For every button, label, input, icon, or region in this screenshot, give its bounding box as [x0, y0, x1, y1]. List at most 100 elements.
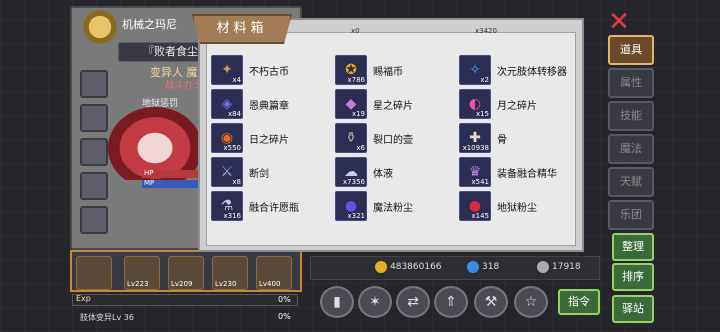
material-item[interactable]: ⚱ x6 裂口的壶: [335, 123, 455, 153]
team-bar: Lv223 Lv209 Lv230 Lv400: [70, 250, 302, 292]
item-count: x84: [227, 110, 241, 118]
material-item[interactable]: ☁ x7356 体液: [335, 157, 455, 187]
item-name: 月之碎片: [497, 101, 537, 112]
material-item[interactable]: ◆ x19 星之碎片: [335, 89, 455, 119]
material-box-modal: x0x0x3420✦x4不朽古币✪x786赐福币✧x2次元肢体转移器◈x84恩典…: [198, 18, 584, 252]
team-member-card[interactable]: Lv400: [256, 256, 292, 290]
item-name: 赐福币: [373, 67, 403, 78]
item-count: x321: [347, 212, 365, 220]
material-item[interactable]: ✚ x10938 骨: [459, 123, 579, 153]
grace-chapter-icon: ◈ x84: [211, 89, 243, 119]
item-name: 恩典篇章: [249, 101, 289, 112]
material-item[interactable]: ⚗ x316 融合许愿瓶: [211, 191, 331, 221]
item-count: x6: [356, 144, 365, 152]
material-item[interactable]: ● x321 魔法粉尘: [335, 191, 455, 221]
exp-percent: 0%: [278, 295, 291, 304]
material-item[interactable]: ♛ x541 装备融合精华: [459, 157, 579, 187]
shrine-icon[interactable]: ✶: [358, 286, 392, 318]
gem-icon: [467, 261, 479, 273]
equip-slot[interactable]: [80, 104, 108, 132]
team-member-card[interactable]: Lv230: [212, 256, 248, 290]
gem-currency: 318: [467, 261, 499, 273]
team-member-card[interactable]: [76, 256, 112, 290]
currency-bar: 483860166 318 17918: [310, 256, 600, 280]
item-name: 魔法粉尘: [373, 203, 413, 214]
blessing-coin-icon: ✪ x786: [335, 55, 367, 85]
cracked-jar-icon: ⚱ x6: [335, 123, 367, 153]
dimension-transfer-icon: ✧ x2: [459, 55, 491, 85]
mp-label: MP: [144, 179, 155, 187]
material-item[interactable]: ✪ x786 赐福币: [335, 55, 455, 85]
side-action-button[interactable]: 整理: [612, 233, 654, 261]
material-item[interactable]: ✧ x2 次元肢体转移器: [459, 55, 579, 85]
material-grid: x0x0x3420✦x4不朽古币✪x786赐福币✧x2次元肢体转移器◈x84恩典…: [206, 27, 579, 246]
mutation-level-percent: 0%: [278, 312, 291, 321]
wish-bottle-icon: ⚗ x316: [211, 191, 243, 221]
command-button[interactable]: 指令: [558, 289, 600, 315]
equip-slot[interactable]: [80, 206, 108, 234]
item-name: 日之碎片: [249, 135, 289, 146]
equip-slot[interactable]: [80, 138, 108, 166]
backpack-icon[interactable]: ▮: [320, 286, 354, 318]
silver-amount: 17918: [552, 262, 581, 272]
item-count: x2: [480, 76, 489, 84]
magic-dust-icon: ● x321: [335, 191, 367, 221]
body-fluid-icon: ☁ x7356: [335, 157, 367, 187]
item-count: x316: [223, 212, 241, 220]
equip-slot[interactable]: [80, 172, 108, 200]
upgrade-icon[interactable]: ⇑: [434, 286, 468, 318]
material-item[interactable]: ◉ x550 日之碎片: [211, 123, 331, 153]
hell-dust-icon: ● x145: [459, 191, 491, 221]
material-item[interactable]: ✦ x4 不朽古币: [211, 55, 331, 85]
material-item[interactable]: ◈ x84 恩典篇章: [211, 89, 331, 119]
material-item[interactable]: ⚔ x8 断剑: [211, 157, 331, 187]
equip-slot[interactable]: [80, 70, 108, 98]
side-tab[interactable]: 天赋: [608, 167, 654, 197]
side-action-button[interactable]: 排序: [612, 263, 654, 291]
item-name: 裂口的壶: [373, 135, 413, 146]
gold-amount: 483860166: [390, 262, 442, 272]
gold-currency: 483860166: [375, 261, 442, 273]
item-count: x541: [471, 178, 489, 186]
fusion-essence-icon: ♛ x541: [459, 157, 491, 187]
side-tab[interactable]: 魔法: [608, 134, 654, 164]
item-count: x550: [223, 144, 241, 152]
team-member-card[interactable]: Lv209: [168, 256, 204, 290]
star-icon[interactable]: ☆: [514, 286, 548, 318]
team-member-level: Lv230: [215, 280, 237, 288]
star-shard-icon: ◆ x19: [335, 89, 367, 119]
item-name: 断剑: [249, 169, 269, 180]
item-name: 次元肢体转移器: [497, 67, 567, 78]
material-item[interactable]: ◐ x15 月之碎片: [459, 89, 579, 119]
silver-currency: 17918: [537, 261, 581, 273]
side-tab[interactable]: 乐团: [608, 200, 654, 230]
modal-title: 材料箱: [192, 14, 292, 44]
item-count: x786: [347, 76, 365, 84]
item-name: 地狱粉尘: [497, 203, 537, 214]
character-portrait: [100, 100, 210, 180]
team-member-level: Lv223: [127, 280, 149, 288]
item-count: x15: [475, 110, 489, 118]
item-name: 装备融合精华: [497, 169, 557, 180]
moon-shard-icon: ◐ x15: [459, 89, 491, 119]
item-count: x3420: [475, 27, 497, 35]
item-count: x145: [471, 212, 489, 220]
swap-icon[interactable]: ⇄: [396, 286, 430, 318]
exp-bar: [72, 294, 298, 306]
sun-shard-icon: ◉ x550: [211, 123, 243, 153]
item-name: 体液: [373, 169, 393, 180]
side-tab[interactable]: 道具: [608, 35, 654, 65]
item-name: 不朽古币: [249, 67, 289, 78]
side-tab[interactable]: 技能: [608, 101, 654, 131]
team-member-card[interactable]: Lv223: [124, 256, 160, 290]
forge-icon[interactable]: ⚒: [474, 286, 508, 318]
side-tab[interactable]: 属性: [608, 68, 654, 98]
equipment-slots: [80, 70, 110, 240]
material-item[interactable]: ● x145 地狱粉尘: [459, 191, 579, 221]
side-action-button[interactable]: 驿站: [612, 295, 654, 323]
item-name: 骨: [497, 135, 507, 146]
item-name: 星之碎片: [373, 101, 413, 112]
close-icon[interactable]: ✕: [605, 8, 633, 36]
item-count: x19: [351, 110, 365, 118]
coin-icon: ✦ x4: [211, 55, 243, 85]
